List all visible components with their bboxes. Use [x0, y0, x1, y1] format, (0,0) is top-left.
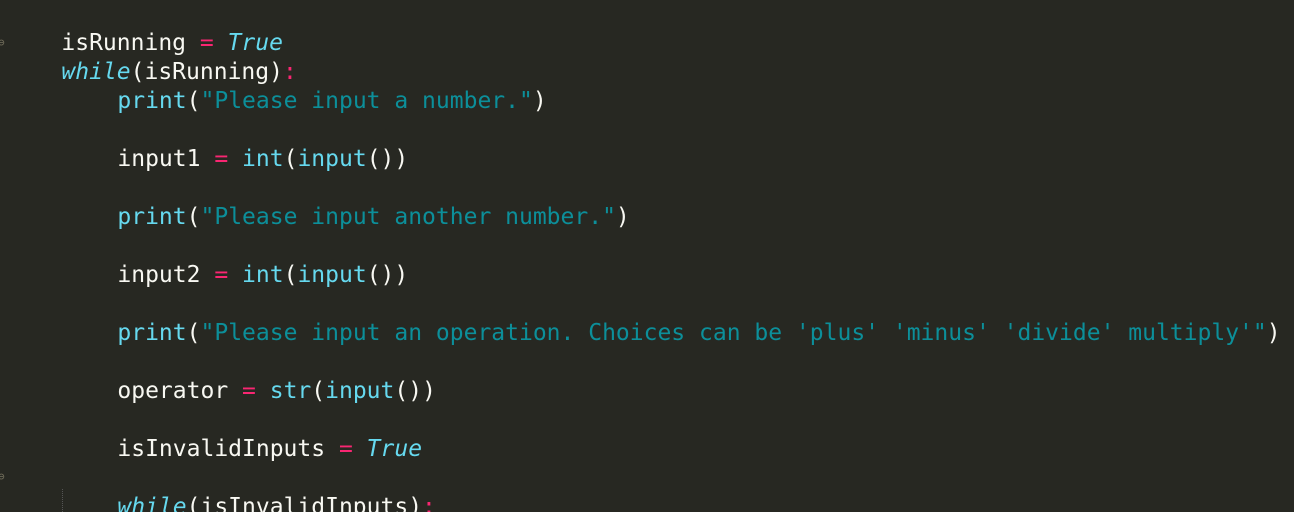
builtin-function: int [242, 146, 284, 172]
code-line[interactable]: isInvalidInputs = True [6, 406, 422, 462]
operator: = [200, 262, 243, 288]
operator: = [228, 378, 270, 404]
code-line[interactable]: input1 = int(input()) [6, 116, 408, 172]
operator: = [325, 436, 367, 462]
punctuation: ()) [366, 262, 409, 288]
punctuation: ( [186, 320, 201, 346]
builtin-function: str [269, 378, 312, 404]
builtin-function: int [242, 262, 284, 288]
constant: True [366, 436, 423, 462]
identifier: operator [117, 378, 229, 404]
code-line[interactable]: print("Please input another number.") [6, 174, 629, 230]
string-literal: "Please input an operation. Choices can … [200, 320, 1267, 346]
operator: = [200, 146, 243, 172]
code-editor[interactable]: ⊖ ⊖ isRunning = True while(isRunning): p… [0, 0, 1294, 512]
identifier: (isInvalidInputs) [186, 494, 423, 512]
operator: : [422, 494, 436, 512]
identifier: input1 [117, 146, 201, 172]
identifier: isInvalidInputs [117, 436, 326, 462]
punctuation: ) [532, 88, 547, 114]
builtin-function: input [325, 378, 395, 404]
punctuation: ()) [394, 378, 436, 404]
indent-guide [62, 489, 64, 512]
punctuation: ()) [366, 146, 409, 172]
punctuation: ( [283, 146, 298, 172]
punctuation: ) [1266, 320, 1281, 346]
code-line[interactable]: while(isRunning): [6, 29, 296, 85]
builtin-function: input [297, 262, 367, 288]
builtin-function: print [117, 88, 187, 114]
code-line[interactable]: print("Please input an operation. Choice… [6, 290, 1280, 346]
punctuation: ) [615, 204, 630, 230]
code-line[interactable]: input2 = int(input()) [6, 232, 408, 288]
punctuation: ( [186, 88, 201, 114]
code-line[interactable]: operator = str(input()) [6, 348, 436, 404]
code-line[interactable]: isRunning = True [6, 0, 283, 56]
code-line[interactable]: while(isInvalidInputs): [6, 464, 436, 512]
builtin-function: print [117, 320, 187, 346]
punctuation: ( [186, 204, 201, 230]
code-line[interactable]: print("Please input a number.") [6, 58, 546, 114]
string-literal: "Please input a number." [200, 88, 533, 114]
builtin-function: input [297, 146, 367, 172]
punctuation: ( [283, 262, 298, 288]
keyword: while [117, 494, 187, 512]
identifier: input2 [117, 262, 201, 288]
punctuation: ( [311, 378, 326, 404]
string-literal: "Please input another number." [200, 204, 616, 230]
builtin-function: print [117, 204, 187, 230]
